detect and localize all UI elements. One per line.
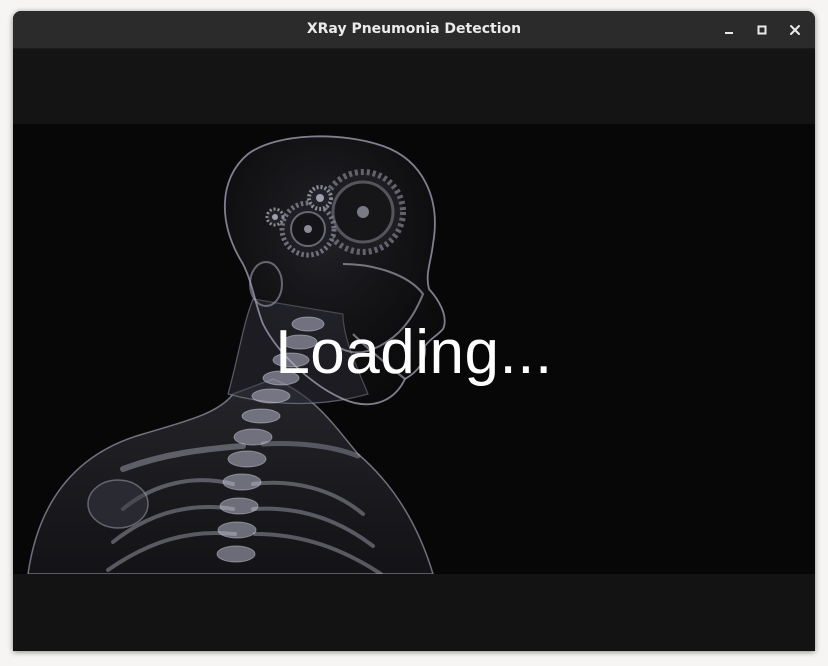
title-bar[interactable]: XRay Pneumonia Detection <box>13 11 815 49</box>
top-panel <box>13 49 815 124</box>
app-window: XRay Pneumonia Detection Loading... <box>13 11 815 651</box>
minimize-button[interactable] <box>717 18 741 42</box>
close-icon <box>790 25 800 35</box>
maximize-button[interactable] <box>750 18 774 42</box>
bottom-panel <box>13 574 815 651</box>
gear-icon <box>320 169 406 255</box>
close-button[interactable] <box>783 18 807 42</box>
maximize-icon <box>757 25 767 35</box>
gear-icon <box>265 207 285 227</box>
minimize-icon <box>725 32 733 34</box>
splash-stage: Loading... <box>13 124 815 574</box>
window-title: XRay Pneumonia Detection <box>306 21 522 37</box>
gear-icon <box>307 185 333 211</box>
loading-status-text: Loading... <box>275 318 553 387</box>
gear-icon <box>279 200 337 258</box>
